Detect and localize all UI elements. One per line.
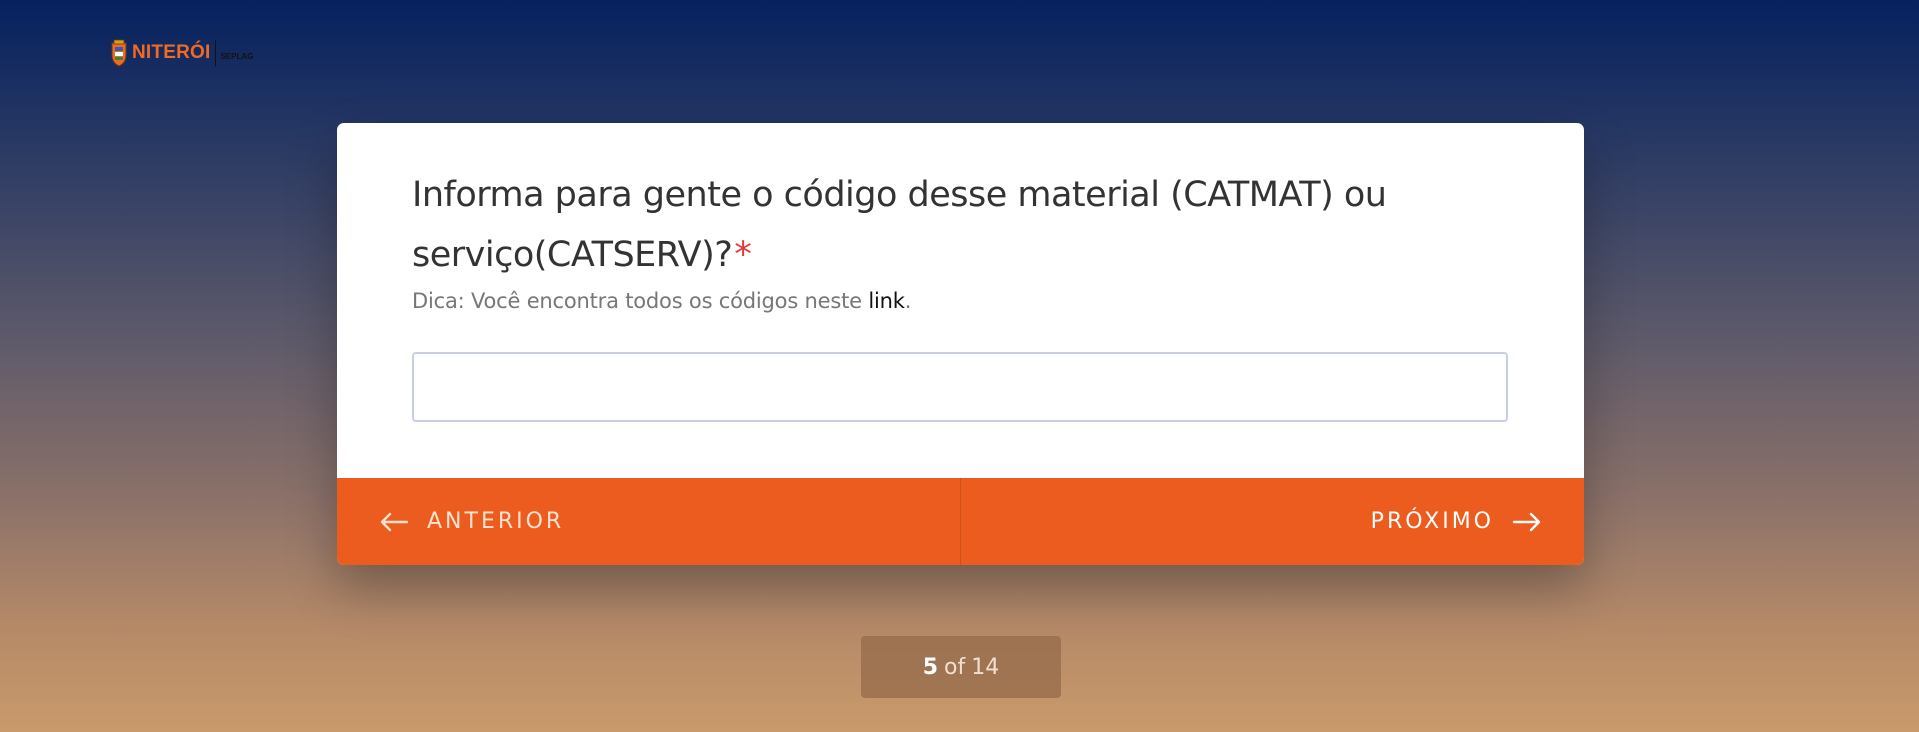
- hint-text: Dica: Você encontra todos os códigos nes…: [412, 289, 869, 313]
- step-separator: of: [944, 654, 966, 680]
- question-title: Informa para gente o código desse materi…: [412, 165, 1512, 285]
- logo-department: SEPLAG: [220, 51, 254, 61]
- codes-link[interactable]: link: [868, 289, 905, 313]
- logo-city-name: NITERÓI: [132, 42, 211, 63]
- progress-indicator: 5 of 14: [861, 636, 1061, 698]
- niteroi-logo: NITERÓI SEPLAG: [110, 38, 253, 68]
- previous-button[interactable]: ANTERIOR: [337, 478, 961, 565]
- logo-divider: [215, 40, 217, 66]
- city-crest-icon: [111, 39, 127, 67]
- arrow-left-icon: [380, 512, 409, 531]
- previous-label: ANTERIOR: [427, 509, 565, 534]
- arrow-right-icon: [1512, 512, 1541, 531]
- question-hint: Dica: Você encontra todos os códigos nes…: [412, 289, 911, 313]
- required-marker: *: [734, 235, 752, 275]
- catmat-code-input[interactable]: [412, 352, 1508, 422]
- question-card: Informa para gente o código desse materi…: [337, 123, 1584, 565]
- hint-suffix: .: [904, 289, 912, 313]
- next-button[interactable]: PRÓXIMO: [961, 478, 1584, 565]
- next-label: PRÓXIMO: [1370, 509, 1494, 534]
- current-step: 5: [922, 654, 939, 680]
- question-text: Informa para gente o código desse materi…: [412, 175, 1387, 275]
- total-steps: 14: [971, 654, 1000, 680]
- navigation-bar: ANTERIOR PRÓXIMO: [337, 478, 1584, 565]
